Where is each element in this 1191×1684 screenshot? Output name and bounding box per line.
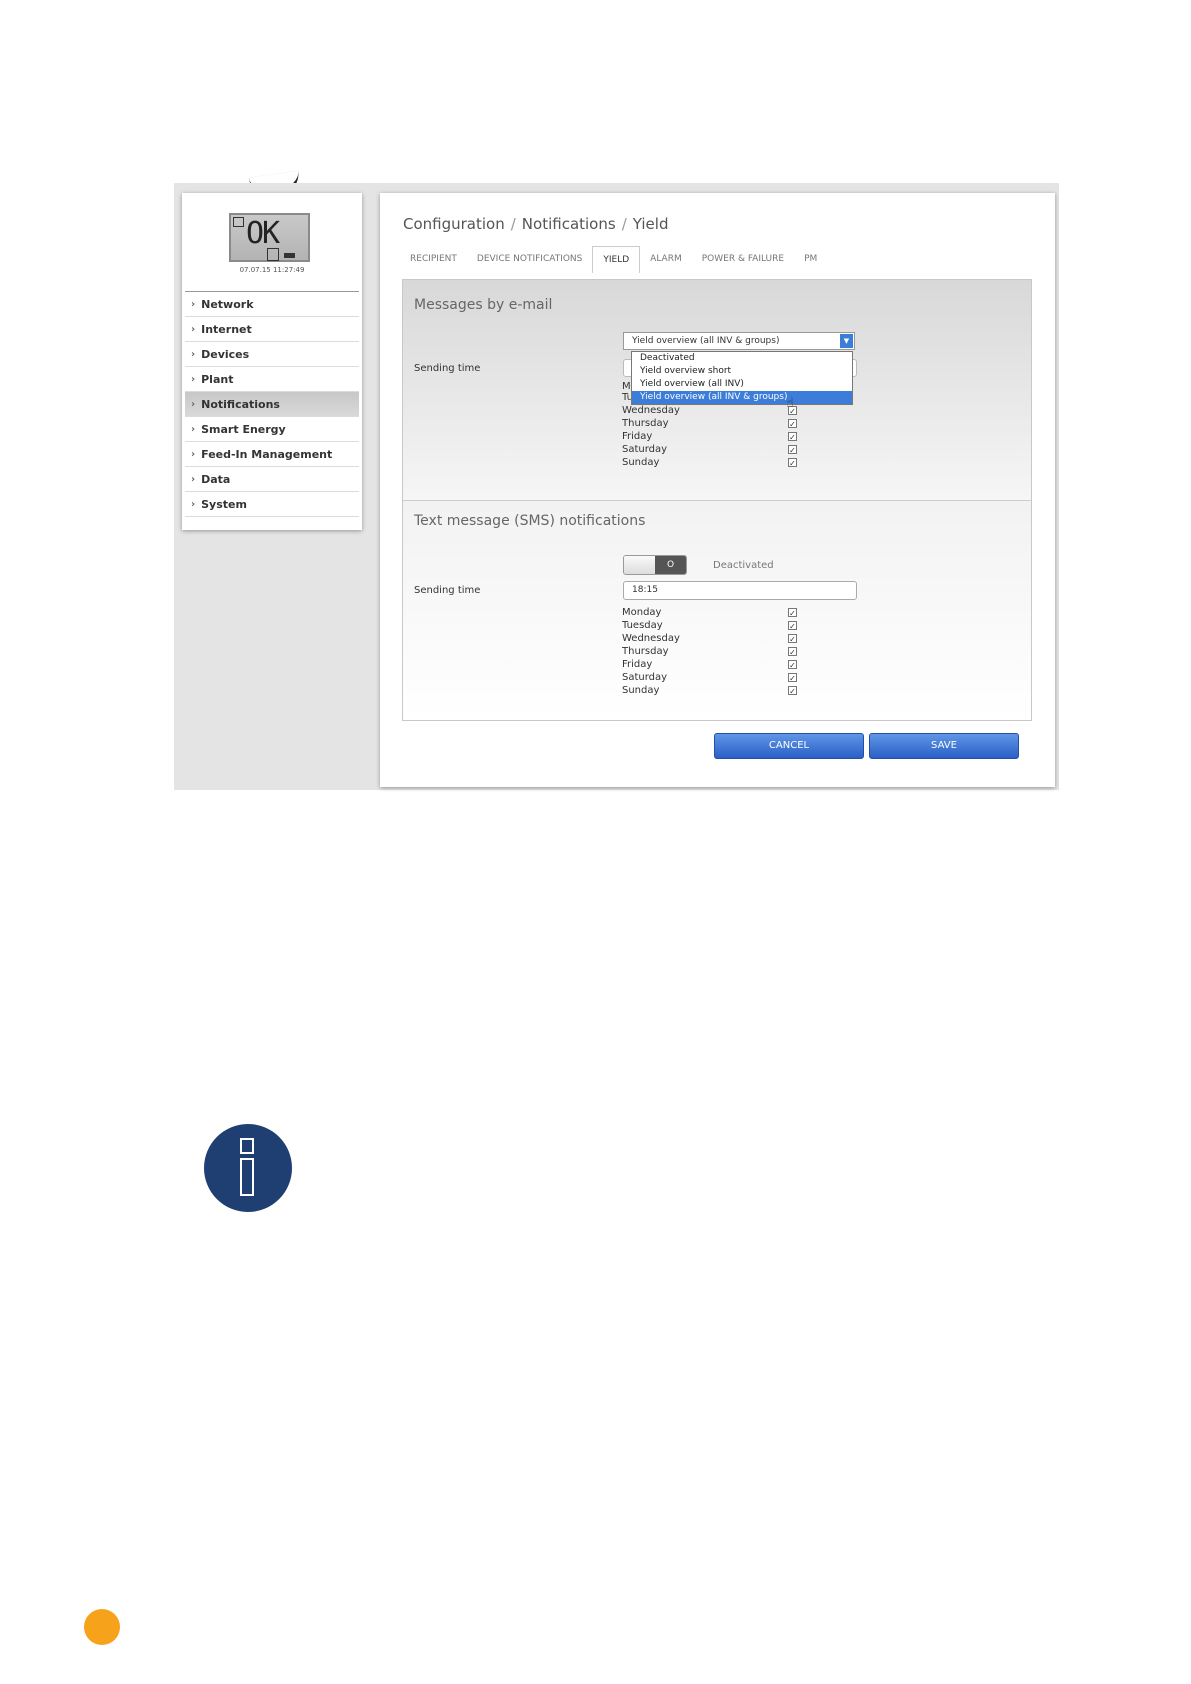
toggle-knob: O — [655, 556, 686, 574]
email-day-wednesday: Wednesday — [622, 405, 680, 416]
sidebar-item-devices[interactable]: › Devices — [185, 342, 359, 367]
dropdown-option-yield-all-inv[interactable]: Yield overview (all INV) — [632, 378, 852, 391]
breadcrumb-separator: / — [510, 215, 516, 233]
toggle-track — [624, 556, 655, 574]
chevron-right-icon: › — [191, 448, 196, 460]
sms-checkbox-friday[interactable]: ✓ — [788, 660, 797, 670]
sms-day-sunday: Sunday — [622, 685, 660, 696]
sidebar-item-network[interactable]: › Network — [185, 292, 359, 317]
sidebar-item-label: Network — [201, 297, 254, 311]
tab-recipient[interactable]: RECIPIENT — [400, 246, 467, 273]
chevron-right-icon: › — [191, 323, 196, 335]
sms-day-friday: Friday — [622, 659, 653, 670]
sidebar-item-internet[interactable]: › Internet — [185, 317, 359, 342]
dropdown-option-yield-short[interactable]: Yield overview short — [632, 365, 852, 378]
email-checkbox-thursday[interactable]: ✓ — [788, 419, 797, 429]
sms-day-tuesday: Tuesday — [622, 620, 663, 631]
tab-bar: RECIPIENT DEVICE NOTIFICATIONS YIELD ALA… — [400, 246, 827, 273]
email-day-thursday: Thursday — [622, 418, 669, 429]
breadcrumb: Configuration / Notifications / Yield — [403, 215, 668, 233]
sidebar: OK 07.07.15 11:27:49 › Network › Internet … — [182, 193, 362, 530]
sidebar-nav: › Network › Internet › Devices › Plant › Noti… — [185, 291, 359, 517]
chevron-right-icon: › — [191, 473, 196, 485]
sidebar-item-label: Smart Energy — [201, 422, 286, 436]
breadcrumb-notifications[interactable]: Notifications — [522, 215, 616, 233]
sidebar-item-data[interactable]: › Data — [185, 467, 359, 492]
email-day-friday: Friday — [622, 431, 653, 442]
dropdown-option-yield-all-inv-groups[interactable]: Yield overview (all INV & groups) — [632, 391, 852, 404]
lcd-status-text: OK — [246, 216, 280, 251]
chevron-right-icon: › — [191, 298, 196, 310]
sidebar-item-label: Internet — [201, 322, 252, 336]
email-checkbox-saturday[interactable]: ✓ — [788, 445, 797, 455]
tab-yield[interactable]: YIELD — [592, 246, 641, 273]
email-checkbox-friday[interactable]: ✓ — [788, 432, 797, 442]
save-button[interactable]: SAVE — [869, 733, 1019, 759]
chevron-right-icon: › — [191, 398, 196, 410]
email-day-sunday: Sunday — [622, 457, 660, 468]
email-sending-time-label: Sending time — [414, 363, 481, 374]
dropdown-option-deactivated[interactable]: Deactivated — [632, 352, 852, 365]
breadcrumb-separator: / — [621, 215, 627, 233]
sms-day-thursday: Thursday — [622, 646, 669, 657]
sms-checkbox-tuesday[interactable]: ✓ — [788, 621, 797, 631]
email-report-dropdown: Deactivated Yield overview short Yield o… — [631, 351, 853, 405]
sms-time-input[interactable]: 18:15 — [623, 581, 857, 600]
sms-section-title: Text message (SMS) notifications — [414, 513, 646, 529]
hand-cursor-icon: ☝ — [786, 396, 794, 411]
sidebar-item-notifications[interactable]: › Notifications — [185, 392, 359, 417]
chevron-right-icon: › — [191, 423, 196, 435]
main-panel: Configuration / Notifications / Yield RECIPI… — [380, 193, 1055, 787]
sms-toggle[interactable]: O — [623, 555, 687, 575]
email-report-select[interactable]: Yield overview (all INV & groups) ▼ — [623, 332, 855, 350]
chevron-right-icon: › — [191, 498, 196, 510]
lcd-status-icon — [233, 217, 244, 227]
sms-toggle-state: Deactivated — [713, 560, 774, 571]
sidebar-item-label: Feed-In Management — [201, 447, 333, 461]
tab-device-notifications[interactable]: DEVICE NOTIFICATIONS — [467, 246, 592, 273]
info-icon — [204, 1124, 292, 1212]
info-icon-dot — [240, 1138, 254, 1154]
breadcrumb-configuration[interactable]: Configuration — [403, 215, 505, 233]
email-day-saturday: Saturday — [622, 444, 668, 455]
sms-day-monday: Monday — [622, 607, 662, 618]
tab-content: Messages by e-mail Sending time M Tuesda… — [402, 279, 1032, 721]
lcd-battery-icon — [267, 248, 279, 261]
sms-checkbox-saturday[interactable]: ✓ — [788, 673, 797, 683]
sidebar-item-label: Data — [201, 472, 231, 486]
chevron-right-icon: › — [191, 373, 196, 385]
sidebar-item-plant[interactable]: › Plant — [185, 367, 359, 392]
lcd-display: OK — [229, 213, 310, 262]
sidebar-item-label: System — [201, 497, 247, 511]
sms-section: Text message (SMS) notifications O Deact… — [403, 501, 1031, 720]
sidebar-item-system[interactable]: › System — [185, 492, 359, 517]
tab-pm[interactable]: PM — [794, 246, 827, 273]
sms-checkbox-monday[interactable]: ✓ — [788, 608, 797, 618]
sidebar-item-label: Devices — [201, 347, 250, 361]
sms-sending-time-label: Sending time — [414, 585, 481, 596]
sidebar-item-feed-in-management[interactable]: › Feed-In Management — [185, 442, 359, 467]
chevron-right-icon: › — [191, 348, 196, 360]
tab-alarm[interactable]: ALARM — [640, 246, 692, 273]
breadcrumb-yield: Yield — [632, 215, 669, 233]
sms-checkbox-sunday[interactable]: ✓ — [788, 686, 797, 696]
page-marker-dot — [84, 1609, 120, 1645]
tab-power-failure[interactable]: POWER & FAILURE — [692, 246, 794, 273]
sms-day-wednesday: Wednesday — [622, 633, 680, 644]
lcd-signal-icon — [284, 253, 295, 258]
cancel-button[interactable]: CANCEL — [714, 733, 864, 759]
sidebar-item-label: Plant — [201, 372, 234, 386]
sidebar-item-smart-energy[interactable]: › Smart Energy — [185, 417, 359, 442]
info-icon-bar — [240, 1158, 254, 1196]
email-checkbox-sunday[interactable]: ✓ — [788, 458, 797, 468]
sms-checkbox-wednesday[interactable]: ✓ — [788, 634, 797, 644]
chevron-down-icon[interactable]: ▼ — [840, 334, 853, 348]
sms-day-saturday: Saturday — [622, 672, 668, 683]
sms-checkbox-thursday[interactable]: ✓ — [788, 647, 797, 657]
email-section: Messages by e-mail Sending time M Tuesda… — [403, 280, 1031, 501]
sidebar-item-label: Notifications — [201, 397, 280, 411]
email-section-title: Messages by e-mail — [414, 297, 553, 313]
lcd-datetime: 07.07.15 11:27:49 — [239, 266, 305, 274]
email-report-select-value: Yield overview (all INV & groups) — [632, 336, 780, 346]
